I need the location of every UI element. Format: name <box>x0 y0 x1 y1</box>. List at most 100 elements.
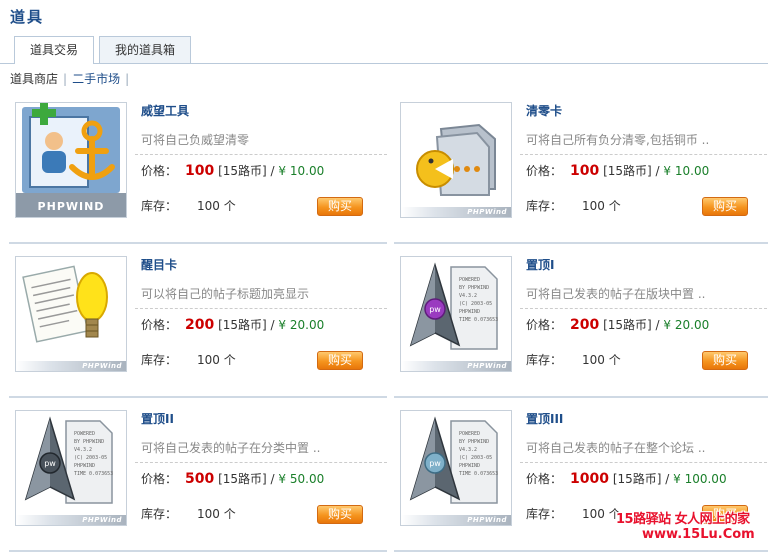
stock-row: 库存： 100 个 <box>141 351 236 368</box>
page-title: 道具 <box>10 8 45 26</box>
highlight-card-icon <box>22 265 108 343</box>
doc-line: POWERED <box>74 431 95 437</box>
divider <box>520 308 768 309</box>
price-rmb: ¥ 10.00 <box>278 164 325 178</box>
doc-line: POWERED <box>459 431 480 437</box>
item-card-pin-1: POWERED BY PHPWIND V4.3.2 (C) 2003-05 PH… <box>394 256 768 398</box>
price-row: 价格： 1000 [15路币] / ¥ 100.00 <box>526 470 727 487</box>
stock-label: 库存： <box>526 199 563 213</box>
svg-text:pw: pw <box>429 459 441 468</box>
thumbnail-brand-stripe: PHPWind <box>401 515 511 525</box>
thumbnail-brand-stripe: PHPWind <box>401 361 511 371</box>
tab-my-item-box[interactable]: 我的道具箱 <box>99 36 191 63</box>
price-points: 200 <box>570 317 600 333</box>
currency-unit: [15路币] / <box>218 164 275 178</box>
item-description: 可将自己发表的帖子在版块中置 .. <box>526 287 706 301</box>
site-watermark: 15路驿站 女人网上的家 www.15Lu.Com <box>612 505 768 548</box>
price-row: 价格： 100 [15路币] / ¥ 10.00 <box>526 162 709 179</box>
item-description: 可将自己发表的帖子在整个论坛 .. <box>526 441 706 455</box>
item-shop-link[interactable]: 道具商店 <box>10 72 58 86</box>
thumbnail-brand: PHPWind <box>467 516 507 524</box>
item-thumbnail[interactable]: POWERED BY PHPWIND V4.3.2 (C) 2003-05 PH… <box>400 256 512 372</box>
stock-value: 100 个 <box>582 353 621 367</box>
doc-line: TIME 0.073653 <box>74 471 113 477</box>
item-card-highlight-card: PHPWind 醒目卡 可以将自己的帖子标题加亮显示 价格： 200 [15路币]… <box>9 256 387 398</box>
item-name[interactable]: 置顶II <box>141 410 174 427</box>
doc-line: PHPWIND <box>459 309 480 315</box>
sub-navigation: 道具商店 | 二手市场 | <box>10 70 134 87</box>
thumbnail-brand-stripe: PHPWind <box>16 361 126 371</box>
subnav-separator: | <box>63 72 68 86</box>
thumbnail-brand: PHPWind <box>82 516 122 524</box>
price-rmb: ¥ 20.00 <box>278 318 325 332</box>
price-label: 价格： <box>526 472 563 486</box>
stock-label: 库存： <box>141 507 178 521</box>
watermark-url: www.15Lu.Com <box>642 527 755 542</box>
pin-2-icon: POWERED BY PHPWIND V4.3.2 (C) 2003-05 PH… <box>24 416 113 504</box>
buy-button[interactable]: 购买 <box>317 505 363 524</box>
currency-unit: [15路币] / <box>218 318 275 332</box>
doc-line: (C) 2003-05 <box>459 455 492 461</box>
buy-button[interactable]: 购买 <box>317 197 363 216</box>
stock-label: 库存： <box>141 199 178 213</box>
stock-value: 100 个 <box>582 199 621 213</box>
watermark-slogan: 15路驿站 女人网上的家 <box>616 512 750 527</box>
svg-text:pw: pw <box>44 459 56 468</box>
tab-bar: 道具交易 我的道具箱 <box>0 36 768 64</box>
doc-line: (C) 2003-05 <box>459 301 492 307</box>
divider <box>520 154 768 155</box>
divider <box>520 462 768 463</box>
item-thumbnail[interactable]: PHPWind <box>15 256 127 372</box>
stock-row: 库存： 100 个 <box>141 505 236 522</box>
divider <box>135 462 387 463</box>
item-name[interactable]: 威望工具 <box>141 102 189 119</box>
doc-line: V4.3.2 <box>74 447 92 453</box>
price-row: 价格： 100 [15路币] / ¥ 10.00 <box>141 162 324 179</box>
buy-button[interactable]: 购买 <box>702 351 748 370</box>
subnav-separator: | <box>125 72 130 86</box>
tab-item-trade[interactable]: 道具交易 <box>14 36 94 64</box>
price-rmb: ¥ 20.00 <box>663 318 710 332</box>
reset-card-icon <box>416 123 496 196</box>
price-row: 价格： 200 [15路币] / ¥ 20.00 <box>526 316 709 333</box>
item-name[interactable]: 清零卡 <box>526 102 562 119</box>
doc-line: PHPWIND <box>74 463 95 469</box>
doc-line: POWERED <box>459 277 480 283</box>
item-thumbnail[interactable]: POWERED BY PHPWIND V4.3.2 (C) 2003-05 PH… <box>400 410 512 526</box>
thumbnail-brand-stripe: PHPWind <box>16 515 126 525</box>
divider <box>135 154 387 155</box>
svg-text:pw: pw <box>429 305 441 314</box>
second-hand-market-link[interactable]: 二手市场 <box>72 72 120 86</box>
doc-line: TIME 0.073653 <box>459 471 498 477</box>
thumbnail-brand: PHPWind <box>467 208 507 216</box>
item-card-prestige-tool: PHPWIND 威望工具 可将自己负威望清零 价格： 100 [15路币] / ¥… <box>9 102 387 244</box>
doc-line: V4.3.2 <box>459 293 477 299</box>
item-name[interactable]: 置顶I <box>526 256 554 273</box>
doc-line: BY PHPWIND <box>459 285 489 291</box>
currency-unit: [15路币] / <box>612 472 670 486</box>
buy-button[interactable]: 购买 <box>317 351 363 370</box>
item-name[interactable]: 置顶III <box>526 410 563 427</box>
price-label: 价格： <box>526 164 563 178</box>
item-thumbnail[interactable]: PHPWIND <box>15 102 127 218</box>
doc-line: BY PHPWIND <box>459 439 489 445</box>
buy-button[interactable]: 购买 <box>702 197 748 216</box>
price-label: 价格： <box>141 318 178 332</box>
stock-label: 库存： <box>141 353 178 367</box>
prestige-tool-icon: PHPWIND <box>16 103 126 217</box>
item-thumbnail[interactable]: PHPWind <box>400 102 512 218</box>
price-label: 价格： <box>141 472 178 486</box>
stock-row: 库存： 100 个 <box>526 351 621 368</box>
item-thumbnail[interactable]: POWERED BY PHPWIND V4.3.2 (C) 2003-05 PH… <box>15 410 127 526</box>
price-points: 1000 <box>570 471 609 487</box>
item-name[interactable]: 醒目卡 <box>141 256 177 273</box>
stock-value: 100 个 <box>197 199 236 213</box>
doc-line: (C) 2003-05 <box>74 455 107 461</box>
price-row: 价格： 500 [15路币] / ¥ 50.00 <box>141 470 324 487</box>
thumbnail-brand-stripe: PHPWind <box>401 207 511 217</box>
price-points: 100 <box>185 163 215 179</box>
price-rmb: ¥ 100.00 <box>673 472 727 486</box>
stock-row: 库存： 100 个 <box>526 505 621 522</box>
stock-value: 100 个 <box>197 507 236 521</box>
price-points: 500 <box>185 471 215 487</box>
